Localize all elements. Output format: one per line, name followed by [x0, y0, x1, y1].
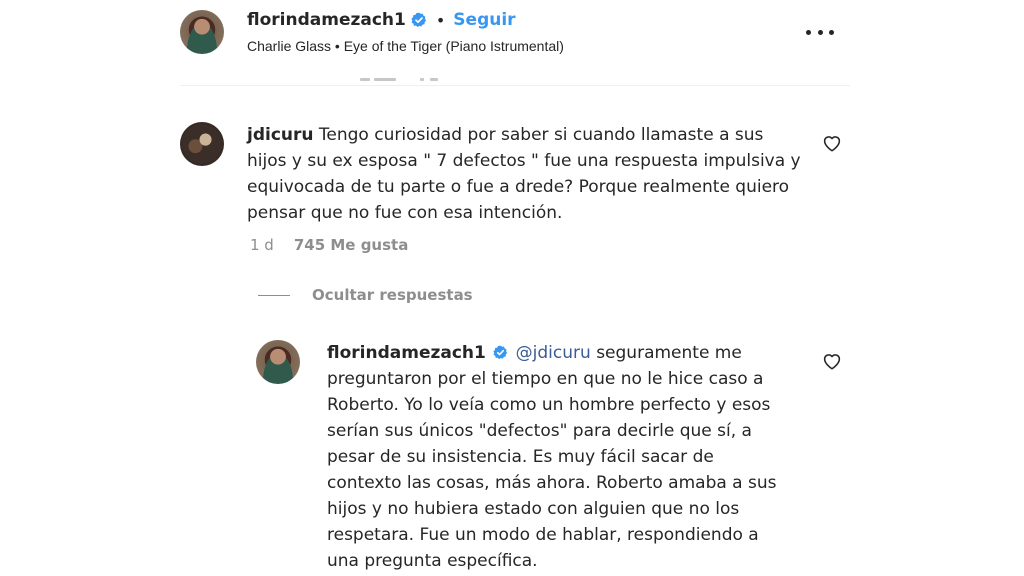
reply-text: seguramente me preguntaron por el tiempo…: [327, 343, 777, 571]
verified-badge-icon: [493, 345, 508, 360]
comment-body: jdicuru Tengo curiosidad por saber si cu…: [247, 122, 807, 226]
heart-outline-icon[interactable]: [822, 352, 842, 370]
comment-username[interactable]: jdicuru: [247, 125, 314, 145]
comment-likes[interactable]: 745 Me gusta: [294, 236, 409, 254]
commenter-avatar[interactable]: [180, 122, 224, 166]
comment-text: Tengo curiosidad por saber si cuando lla…: [247, 125, 801, 223]
hide-replies-button[interactable]: Ocultar respuestas: [258, 286, 473, 304]
post-header: florindamezach1 • Seguir Charlie Glass •…: [180, 8, 850, 78]
comment-time[interactable]: 1 d: [250, 236, 274, 254]
author-row: florindamezach1 • Seguir: [247, 8, 516, 32]
replies-line: [258, 294, 290, 296]
author-username[interactable]: florindamezach1: [247, 10, 406, 30]
music-info[interactable]: Charlie Glass • Eye of the Tiger (Piano …: [247, 38, 564, 54]
header-divider: [180, 85, 850, 86]
hide-replies-label: Ocultar respuestas: [312, 286, 473, 304]
author-avatar[interactable]: [180, 10, 224, 54]
cutoff-text-fragment: [360, 78, 450, 84]
reply-username[interactable]: florindamezach1: [327, 343, 486, 363]
reply-avatar[interactable]: [256, 340, 300, 384]
more-options-icon[interactable]: [806, 22, 834, 42]
separator-dot: •: [435, 10, 446, 30]
heart-outline-icon[interactable]: [822, 134, 842, 152]
reply-body: florindamezach1 @jdicuru seguramente me …: [327, 340, 787, 574]
reply-mention[interactable]: @jdicuru: [516, 343, 591, 363]
follow-button[interactable]: Seguir: [453, 10, 515, 30]
verified-badge-icon: [411, 12, 426, 27]
comment-meta: 1 d 745 Me gusta: [250, 236, 408, 254]
